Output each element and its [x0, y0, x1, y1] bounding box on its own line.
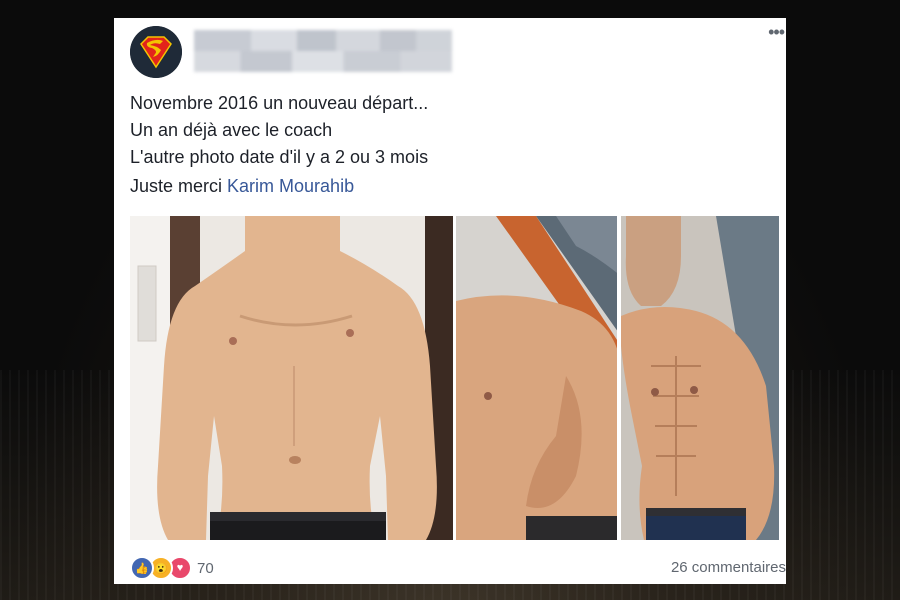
- reactions-summary[interactable]: 👍 😮 ♥ 70: [130, 556, 214, 580]
- post-text: Novembre 2016 un nouveau départ... Un an…: [130, 90, 750, 171]
- comments-count-link[interactable]: 26 commentaires: [671, 559, 786, 576]
- author-avatar[interactable]: [130, 26, 182, 78]
- superman-logo-icon: [130, 26, 182, 78]
- thanks-prefix: Juste merci: [130, 176, 228, 196]
- thanks-line: Juste merci Karim Mourahib: [130, 176, 354, 197]
- like-icon: 👍: [130, 556, 154, 580]
- author-name-blurred[interactable]: [194, 30, 452, 72]
- reaction-count: 70: [197, 559, 214, 577]
- post-line-2: Un an déjà avec le coach: [130, 120, 333, 140]
- more-options-icon[interactable]: •••: [768, 23, 785, 41]
- after-photos[interactable]: [456, 216, 779, 540]
- facebook-post-card: ••• Novembre 2016 un nouveau départ... U…: [114, 18, 786, 584]
- post-line-3: L'autre photo date d'il y a 2 ou 3 mois: [130, 147, 429, 167]
- mention-link[interactable]: Karim Mourahib: [227, 176, 354, 196]
- post-line-1: Novembre 2016 un nouveau départ...: [130, 93, 429, 113]
- before-photo[interactable]: [130, 216, 453, 540]
